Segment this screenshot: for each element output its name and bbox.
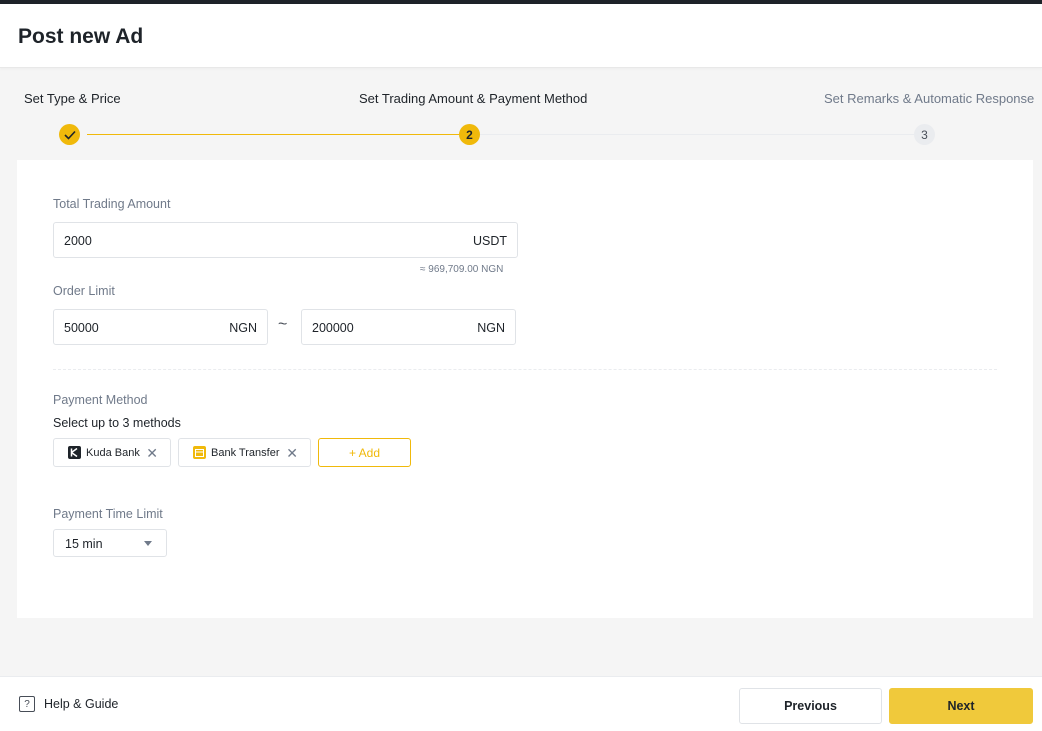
help-guide-label: Help & Guide <box>44 697 119 711</box>
payment-chip-label: Kuda Bank <box>86 446 140 459</box>
order-limit-min-input[interactable]: 50000 NGN <box>53 309 268 345</box>
remove-kuda-bank-close-icon[interactable]: ✕ <box>146 446 158 460</box>
payment-chip-kuda-bank: Kuda Bank ✕ <box>53 438 171 467</box>
order-limit-min-unit: NGN <box>229 321 257 335</box>
step-1-label: Set Type & Price <box>24 91 121 106</box>
order-limit-min-value: 50000 <box>64 321 99 335</box>
remove-bank-transfer-close-icon[interactable]: ✕ <box>286 446 298 460</box>
step-3-label: Set Remarks & Automatic Response <box>824 91 1035 106</box>
previous-button[interactable]: Previous <box>739 688 882 724</box>
total-amount-input[interactable]: 2000 USDT <box>53 222 518 258</box>
payment-time-limit-label: Payment Time Limit <box>53 507 163 521</box>
step-3-circle: 3 <box>914 124 935 145</box>
payment-chip-bank-transfer: Bank Transfer ✕ <box>178 438 311 467</box>
step-connector-pending <box>480 134 914 135</box>
page-title: Post new Ad <box>18 25 144 48</box>
next-button[interactable]: Next <box>889 688 1033 724</box>
payment-time-limit-value: 15 min <box>65 537 103 551</box>
step-2-label: Set Trading Amount & Payment Method <box>359 91 588 106</box>
footer-bar: ? Help & Guide Previous Next <box>0 676 1042 731</box>
kuda-bank-icon <box>68 446 81 459</box>
bank-transfer-icon <box>193 446 206 459</box>
step-2-circle: 2 <box>459 124 480 145</box>
step-connector-done <box>87 134 459 135</box>
total-amount-unit: USDT <box>472 234 507 248</box>
order-limit-max-unit: NGN <box>477 321 505 335</box>
order-limit-label: Order Limit <box>53 284 115 298</box>
total-amount-approx: ≈ 969,709.00 NGN <box>420 264 504 275</box>
caret-down-icon <box>144 541 152 546</box>
order-limit-separator: ~ <box>278 316 288 333</box>
payment-method-label: Payment Method <box>53 393 148 407</box>
help-guide-link[interactable]: ? Help & Guide <box>19 696 118 712</box>
payment-chip-label: Bank Transfer <box>211 446 280 459</box>
step-1-check-icon <box>59 124 80 145</box>
payment-time-limit-select[interactable]: 15 min <box>53 529 167 557</box>
total-amount-label: Total Trading Amount <box>53 197 171 211</box>
total-amount-value: 2000 <box>64 234 92 248</box>
add-payment-method-button[interactable]: + Add <box>318 438 411 467</box>
payment-method-hint: Select up to 3 methods <box>53 416 181 430</box>
page-header: Post new Ad <box>0 4 1042 68</box>
section-divider <box>53 369 997 370</box>
order-limit-max-input[interactable]: 200000 NGN <box>301 309 516 345</box>
order-limit-max-value: 200000 <box>312 321 354 335</box>
help-icon: ? <box>19 696 35 712</box>
